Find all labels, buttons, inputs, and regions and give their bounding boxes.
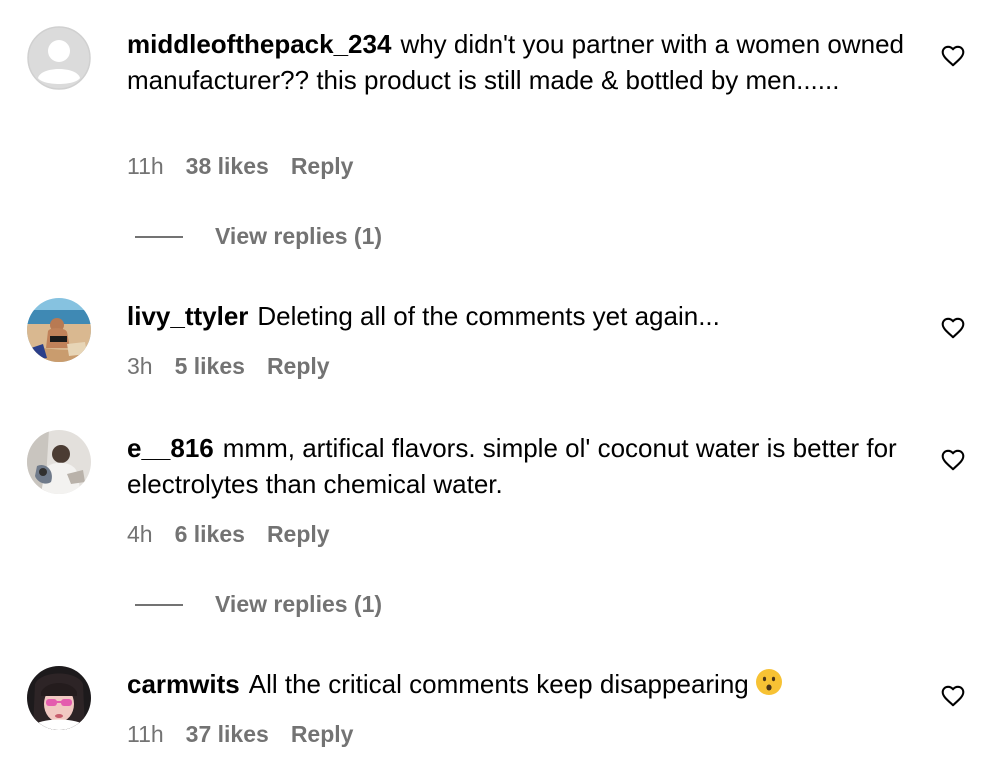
comment-meta: 11h 38 likes Reply <box>127 151 375 181</box>
replies-divider-line <box>135 604 183 606</box>
reply-button[interactable]: Reply <box>291 153 354 179</box>
reply-button[interactable]: Reply <box>267 353 330 379</box>
reply-button[interactable]: Reply <box>267 521 330 547</box>
comment-time[interactable]: 11h <box>127 721 164 747</box>
comment-likes[interactable]: 6 likes <box>175 521 245 547</box>
comment-username[interactable]: livy_ttyler <box>127 301 248 331</box>
comment-likes[interactable]: 38 likes <box>186 153 269 179</box>
comment-meta: 11h 37 likes Reply <box>127 719 375 749</box>
default-avatar-icon[interactable] <box>27 26 91 90</box>
comment-likes[interactable]: 37 likes <box>186 721 269 747</box>
comment-text: Deleting all of the comments yet again..… <box>257 301 720 331</box>
reply-button[interactable]: Reply <box>291 721 354 747</box>
comment-username[interactable]: middleofthepack_234 <box>127 29 391 59</box>
comment-username[interactable]: carmwits <box>127 669 240 699</box>
comment-text-block: livy_ttyler Deleting all of the comments … <box>127 298 917 334</box>
photo-avatar[interactable] <box>27 666 91 730</box>
comment-time[interactable]: 4h <box>127 521 153 547</box>
view-replies-label[interactable]: View replies (1) <box>215 221 382 251</box>
comment-text: All the critical comments keep disappear… <box>248 669 749 699</box>
comment-text-block: carmwits All the critical comments keep d… <box>127 666 917 705</box>
comment-meta: 4h 6 likes Reply <box>127 519 352 549</box>
comment-likes[interactable]: 5 likes <box>175 353 245 379</box>
comment-text: mmm, artifical flavors. simple ol' cocon… <box>127 433 897 499</box>
comment-text-block: e__816 mmm, artifical flavors. simple ol'… <box>127 430 917 502</box>
photo-avatar[interactable] <box>27 430 91 494</box>
comment-time[interactable]: 3h <box>127 353 153 379</box>
beach-photo-avatar[interactable] <box>27 298 91 362</box>
heart-outline-icon[interactable] <box>940 43 966 69</box>
heart-outline-icon[interactable] <box>940 683 966 709</box>
comment-text-block: middleofthepack_234 why didn't you partne… <box>127 26 917 98</box>
comment-time[interactable]: 11h <box>127 153 164 179</box>
comment-username[interactable]: e__816 <box>127 433 214 463</box>
heart-outline-icon[interactable] <box>940 447 966 473</box>
comment-meta: 3h 5 likes Reply <box>127 351 352 381</box>
heart-outline-icon[interactable] <box>940 315 966 341</box>
hushed-face-emoji <box>755 668 783 705</box>
replies-divider-line <box>135 236 183 238</box>
view-replies-label[interactable]: View replies (1) <box>215 589 382 619</box>
